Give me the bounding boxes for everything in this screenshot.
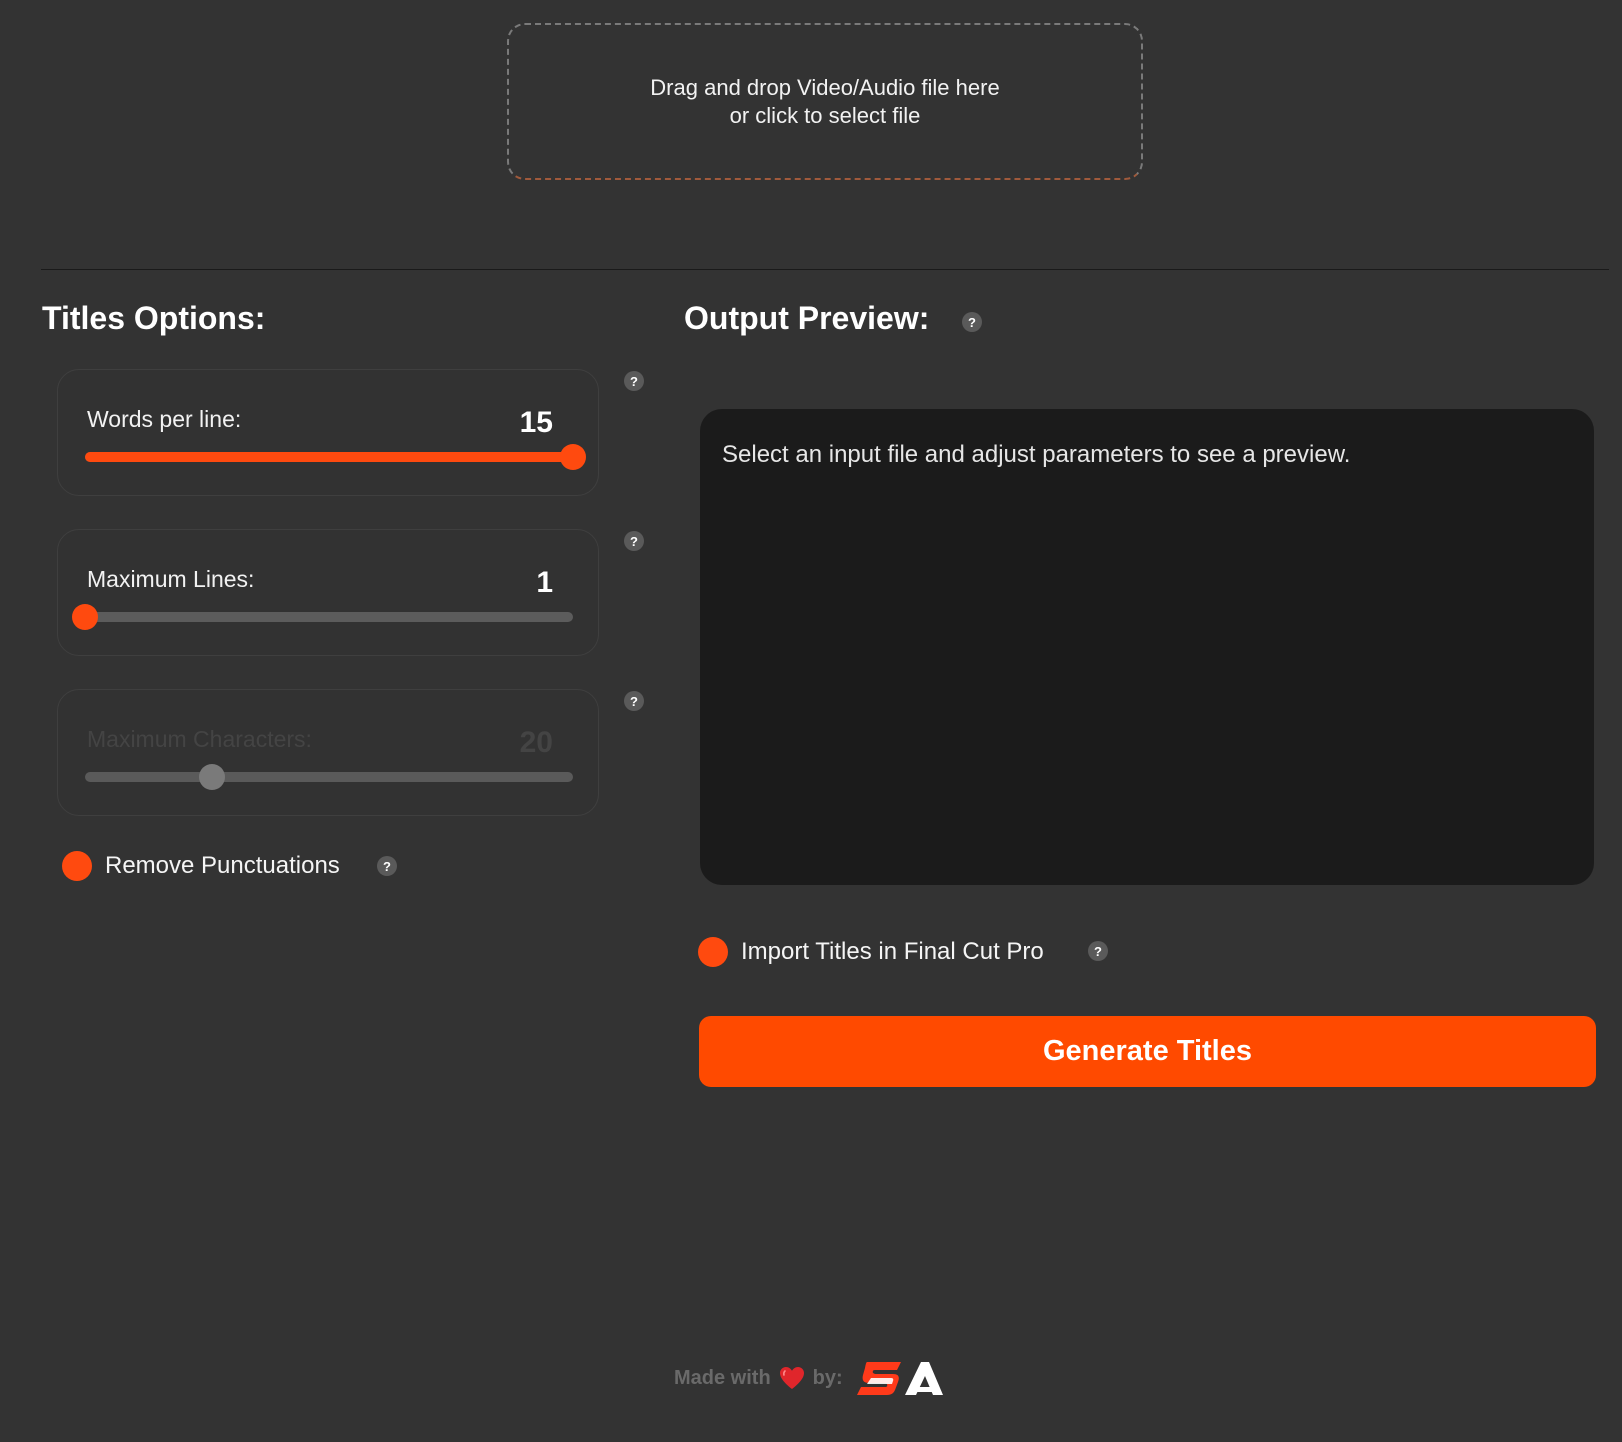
remove-punctuations-toggle[interactable] [62,851,92,881]
generate-titles-button[interactable]: Generate Titles [699,1016,1596,1087]
footer-made-with: Made with [674,1366,771,1389]
file-dropzone[interactable]: Drag and drop Video/Audio file here or c… [507,23,1143,180]
titles-options-heading: Titles Options: [42,300,266,336]
output-preview-heading: Output Preview: [684,300,930,336]
maximum-lines-value: 1 [536,566,553,599]
heart-icon [779,1366,805,1390]
words-per-line-label: Words per line: [87,406,242,432]
remove-punctuations-label: Remove Punctuations [105,852,340,879]
sa-logo [856,1359,943,1397]
dropzone-instruction: Drag and drop Video/Audio file here [650,74,1000,100]
maximum-characters-value: 20 [519,726,553,759]
output-preview-panel: Select an input file and adjust paramete… [700,409,1594,885]
maximum-lines-help-icon[interactable]: ? [624,531,644,551]
words-per-line-help-icon[interactable]: ? [624,371,644,391]
import-fcp-label: Import Titles in Final Cut Pro [741,938,1044,965]
footer-credit: Made with by: [674,1358,943,1398]
words-per-line-card: Words per line: 15 [57,369,599,496]
maximum-lines-slider-thumb[interactable] [72,604,98,630]
maximum-lines-slider[interactable] [72,604,573,630]
remove-punctuations-row: Remove Punctuations [62,851,340,881]
section-divider [41,269,1609,270]
import-fcp-help-icon[interactable]: ? [1088,941,1108,961]
maximum-lines-label: Maximum Lines: [87,566,255,592]
maximum-characters-help-icon[interactable]: ? [624,691,644,711]
app-window: Drag and drop Video/Audio file here or c… [0,0,1622,1442]
maximum-characters-card: Maximum Characters: 20 [57,689,599,816]
words-per-line-slider-thumb[interactable] [560,444,586,470]
words-per-line-slider[interactable] [85,444,586,470]
remove-punctuations-help-icon[interactable]: ? [377,856,397,876]
import-fcp-toggle[interactable] [698,937,728,967]
output-preview-placeholder: Select an input file and adjust paramete… [722,441,1351,468]
import-fcp-row: Import Titles in Final Cut Pro [698,937,1044,967]
footer-by: by: [812,1366,843,1389]
words-per-line-slider-fill [85,452,573,462]
dropzone-instruction-secondary: or click to select file [729,102,921,128]
maximum-characters-slider-thumb[interactable] [198,764,225,790]
output-preview-help-icon[interactable]: ? [962,312,982,332]
maximum-characters-label: Maximum Characters: [87,726,312,752]
maximum-lines-card: Maximum Lines: 1 [57,529,599,656]
maximum-characters-slider[interactable] [85,764,573,790]
words-per-line-value: 15 [519,406,553,439]
